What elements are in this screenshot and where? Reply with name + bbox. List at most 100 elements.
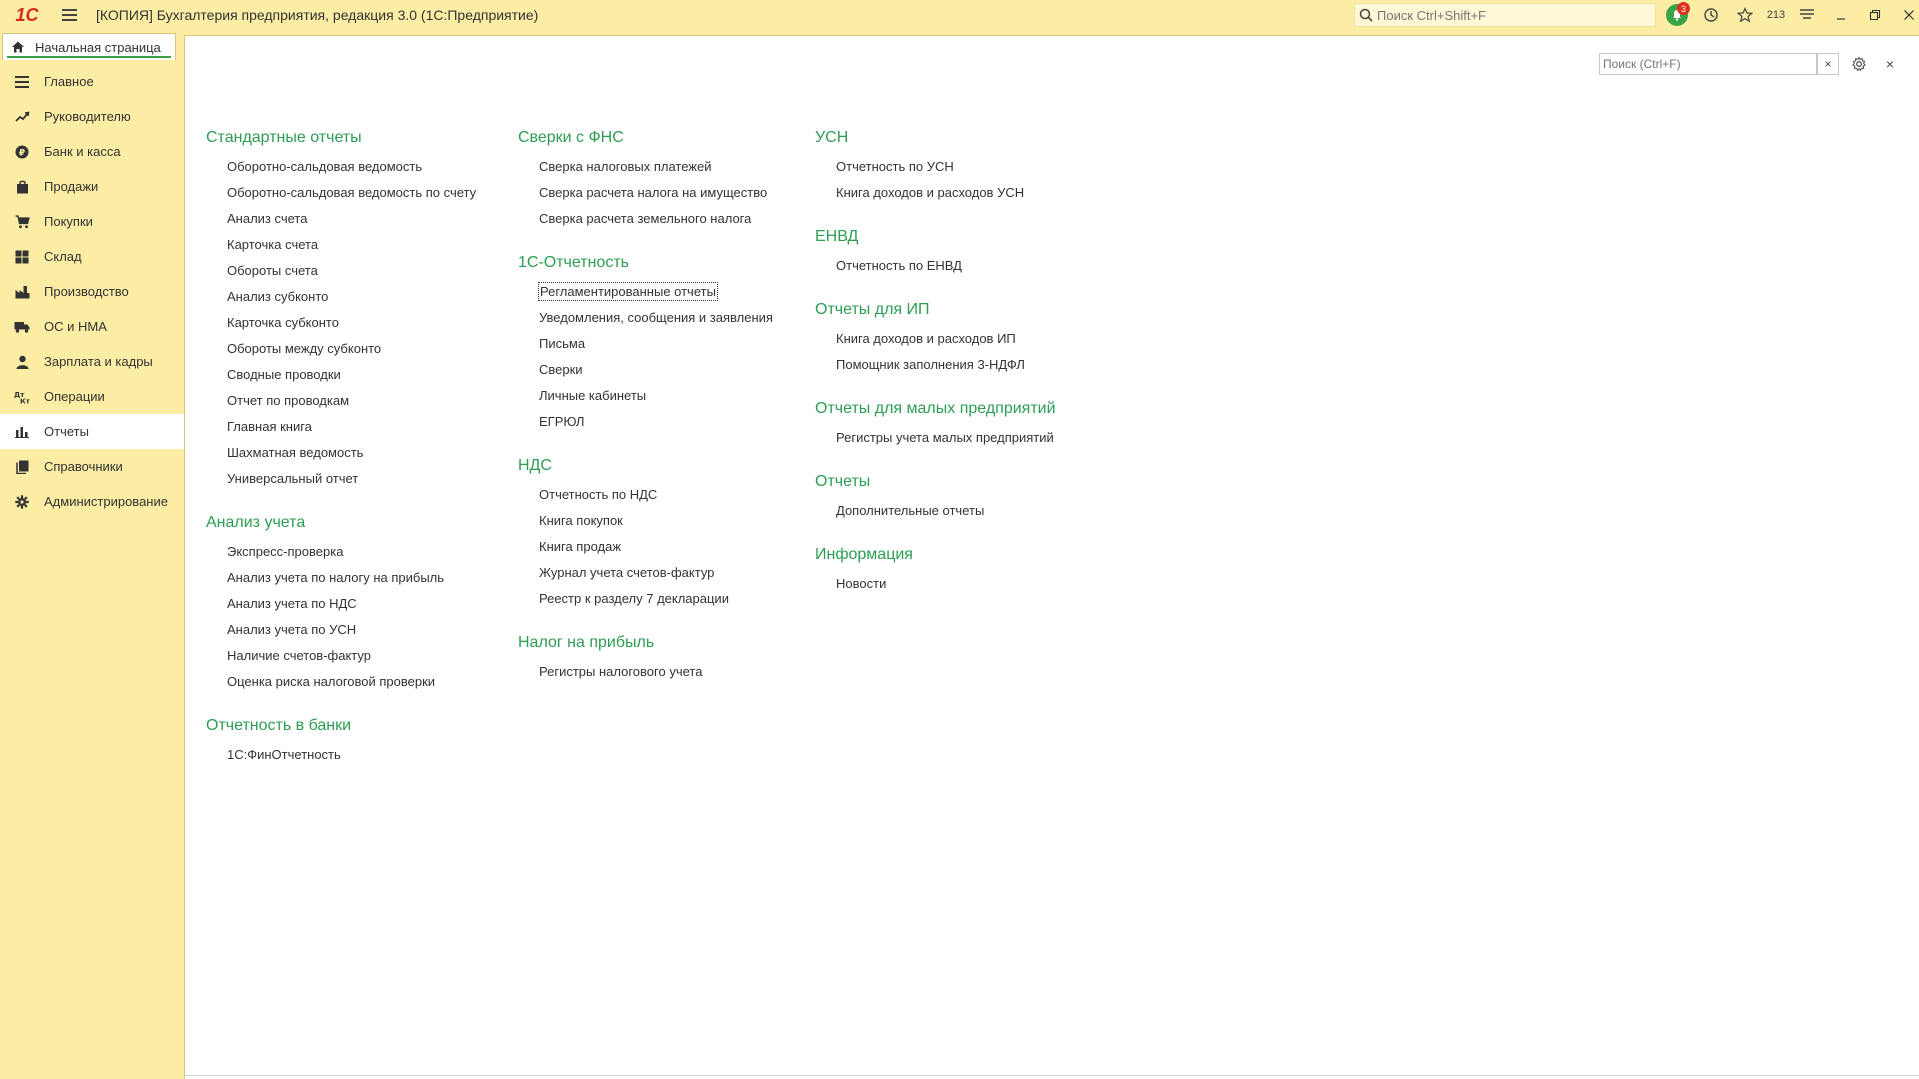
report-link-label: Оборотно-сальдовая ведомость по счету — [227, 185, 477, 200]
sidebar-item[interactable]: Зарплата и кадры — [0, 344, 184, 379]
sidebar-item[interactable]: Администрирование — [0, 484, 184, 519]
report-link[interactable]: Анализ учета по УСН — [206, 617, 476, 643]
sidebar-item-label: Руководителю — [44, 109, 131, 124]
report-link[interactable]: 1С:ФинОтчетность — [206, 742, 476, 768]
sidebar-item[interactable]: Производство — [0, 274, 184, 309]
sidebar-item[interactable]: Главное — [0, 64, 184, 99]
report-group-title[interactable]: Сверки с ФНС — [518, 122, 773, 154]
app-logo[interactable]: 1С — [8, 0, 46, 30]
report-link[interactable]: Журнал учета счетов-фактур — [518, 560, 773, 586]
sidebar-item[interactable]: Руководителю — [0, 99, 184, 134]
sidebar-item[interactable]: Продажи — [0, 169, 184, 204]
report-link[interactable]: Отчетность по УСН — [815, 154, 1056, 180]
report-link[interactable]: Оборотно-сальдовая ведомость — [206, 154, 476, 180]
report-group-title[interactable]: Отчетность в банки — [206, 710, 476, 742]
tab-home[interactable]: Начальная страница — [2, 33, 176, 60]
report-link[interactable]: Регистры учета малых предприятий — [815, 425, 1056, 451]
clear-search-button[interactable]: × — [1817, 53, 1839, 75]
report-link[interactable]: Карточка счета — [206, 232, 476, 258]
coin-icon: ₽ — [14, 144, 30, 160]
report-link[interactable]: Сверка расчета земельного налога — [518, 206, 773, 232]
report-group-title[interactable]: ЕНВД — [815, 221, 1056, 253]
report-link[interactable]: Оборотно-сальдовая ведомость по счету — [206, 180, 476, 206]
report-link[interactable]: ЕГРЮЛ — [518, 409, 773, 435]
report-link-label: Анализ учета по НДС — [227, 596, 357, 611]
report-link[interactable]: Анализ счета — [206, 206, 476, 232]
report-link[interactable]: Универсальный отчет — [206, 466, 476, 492]
report-group-title[interactable]: Налог на прибыль — [518, 627, 773, 659]
report-link[interactable]: Наличие счетов-фактур — [206, 643, 476, 669]
report-link[interactable]: Сверка расчета налога на имущество — [518, 180, 773, 206]
minimize-button[interactable] — [1824, 0, 1858, 30]
report-link[interactable]: Экспресс-проверка — [206, 539, 476, 565]
functions-menu-button[interactable] — [1790, 0, 1824, 30]
window-close-button[interactable] — [1892, 0, 1919, 30]
sidebar-item[interactable]: ₽ Банк и касса — [0, 134, 184, 169]
report-group-title[interactable]: Информация — [815, 539, 1056, 571]
global-search-input[interactable] — [1377, 7, 1647, 23]
report-link[interactable]: Анализ субконто — [206, 284, 476, 310]
main-menu-icon[interactable] — [54, 0, 84, 30]
settings-button[interactable] — [1848, 53, 1870, 75]
report-group-title[interactable]: 1С-Отчетность — [518, 247, 773, 279]
report-link[interactable]: Отчетность по ЕНВД — [815, 253, 1056, 279]
report-link-label: Шахматная ведомость — [227, 445, 364, 460]
sidebar-item[interactable]: ОС и НМА — [0, 309, 184, 344]
report-link-label: Реестр к разделу 7 декларации — [539, 591, 729, 606]
history-button[interactable] — [1694, 0, 1728, 30]
tab-active-underline — [7, 56, 171, 58]
report-group-title[interactable]: Отчеты — [815, 466, 1056, 498]
report-group-title[interactable]: Анализ учета — [206, 507, 476, 539]
report-link[interactable]: Обороты между субконто — [206, 336, 476, 362]
report-link[interactable]: Реестр к разделу 7 декларации — [518, 586, 773, 612]
report-group-title[interactable]: Отчеты для малых предприятий — [815, 393, 1056, 425]
report-link[interactable]: Книга покупок — [518, 508, 773, 534]
report-link-label: Анализ субконто — [227, 289, 329, 304]
sidebar-item[interactable]: Склад — [0, 239, 184, 274]
star-icon — [1737, 7, 1753, 23]
report-link[interactable]: Обороты счета — [206, 258, 476, 284]
truck-icon — [14, 319, 30, 335]
report-group-title[interactable]: Отчеты для ИП — [815, 294, 1056, 326]
report-link[interactable]: Новости — [815, 571, 1056, 597]
notifications-button[interactable]: 3 — [1660, 0, 1694, 30]
report-link[interactable]: Шахматная ведомость — [206, 440, 476, 466]
report-link[interactable]: Книга доходов и расходов УСН — [815, 180, 1056, 206]
sidebar-item[interactable]: Покупки — [0, 204, 184, 239]
report-link[interactable]: Сводные проводки — [206, 362, 476, 388]
report-link[interactable]: Письма — [518, 331, 773, 357]
global-search-box[interactable] — [1354, 3, 1656, 27]
report-group-title[interactable]: НДС — [518, 450, 773, 482]
section-search-box[interactable] — [1599, 53, 1817, 75]
report-link[interactable]: Анализ учета по НДС — [206, 591, 476, 617]
report-link[interactable]: Сверки — [518, 357, 773, 383]
report-link[interactable]: Отчет по проводкам — [206, 388, 476, 414]
report-link[interactable]: Карточка субконто — [206, 310, 476, 336]
sidebar-item[interactable]: Отчеты — [0, 414, 184, 449]
report-link[interactable]: Регламентированные отчеты — [518, 279, 773, 305]
report-link[interactable]: Книга продаж — [518, 534, 773, 560]
report-group-title[interactable]: Стандартные отчеты — [206, 122, 476, 154]
report-group-title[interactable]: УСН — [815, 122, 1056, 154]
restore-button[interactable] — [1858, 0, 1892, 30]
sidebar-item[interactable]: Справочники — [0, 449, 184, 484]
report-link[interactable]: Сверка налоговых платежей — [518, 154, 773, 180]
report-link[interactable]: Книга доходов и расходов ИП — [815, 326, 1056, 352]
report-link[interactable]: Оценка риска налоговой проверки — [206, 669, 476, 695]
report-link[interactable]: Личные кабинеты — [518, 383, 773, 409]
report-link-label: Обороты счета — [227, 263, 318, 278]
report-link[interactable]: Дополнительные отчеты — [815, 498, 1056, 524]
report-link[interactable]: Главная книга — [206, 414, 476, 440]
section-search-input[interactable] — [1603, 57, 1816, 71]
report-link[interactable]: Уведомления, сообщения и заявления — [518, 305, 773, 331]
sidebar-item[interactable]: Дт Кт Операции — [0, 379, 184, 414]
report-link[interactable]: Отчетность по НДС — [518, 482, 773, 508]
favorites-count: 213 — [1766, 9, 1786, 21]
report-link-label: Книга покупок — [539, 513, 623, 528]
report-link[interactable]: Помощник заполнения 3-НДФЛ — [815, 352, 1056, 378]
favorites-button[interactable] — [1728, 0, 1762, 30]
close-section-button[interactable]: × — [1879, 53, 1901, 75]
report-link[interactable]: Анализ учета по налогу на прибыль — [206, 565, 476, 591]
report-link-label: Журнал учета счетов-фактур — [539, 565, 715, 580]
report-link[interactable]: Регистры налогового учета — [518, 659, 773, 685]
